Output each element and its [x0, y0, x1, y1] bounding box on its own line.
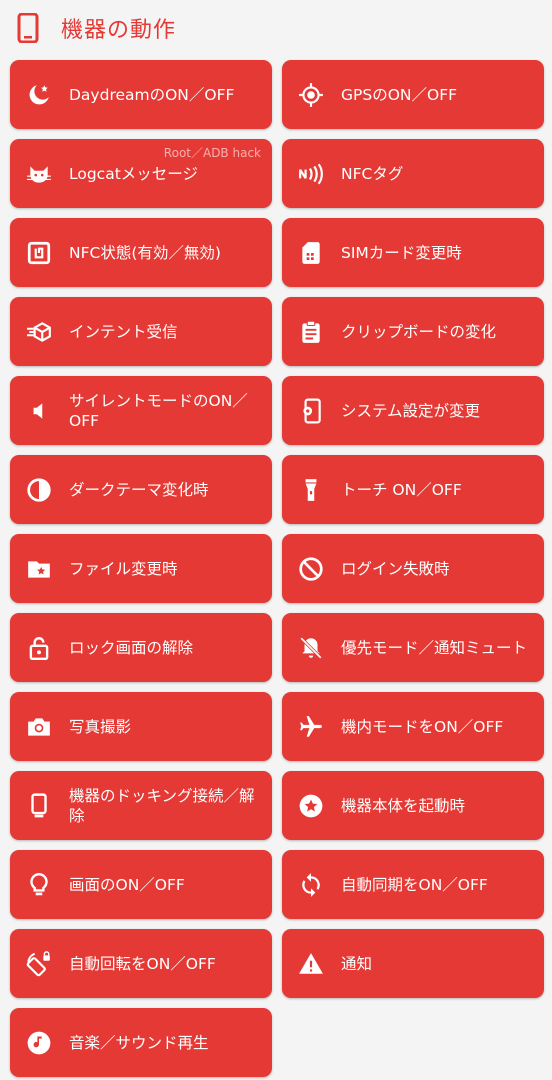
tile-label: 自動回転をON／OFF: [69, 954, 216, 973]
airplane-icon: [297, 713, 325, 741]
tile-auto-rotate[interactable]: 自動回転をON／OFF: [10, 929, 272, 998]
tile-label: NFCタグ: [341, 164, 404, 183]
tile-gps[interactable]: GPSのON／OFF: [282, 60, 544, 129]
nfc-tag-icon: [297, 160, 325, 188]
tile-clipboard[interactable]: クリップボードの変化: [282, 297, 544, 366]
tile-label: 機器のドッキング接続／解除: [69, 786, 255, 825]
tile-label: Logcatメッセージ: [69, 164, 198, 183]
clipboard-icon: [297, 318, 325, 346]
flashlight-icon: [297, 476, 325, 504]
tile-system-settings[interactable]: システム設定が変更: [282, 376, 544, 445]
tile-priority-mode[interactable]: 優先モード／通知ミュート: [282, 613, 544, 682]
tile-label: GPSのON／OFF: [341, 85, 458, 104]
tile-auto-sync[interactable]: 自動同期をON／OFF: [282, 850, 544, 919]
tile-label: 機内モードをON／OFF: [341, 717, 504, 736]
tile-label: ファイル変更時: [69, 559, 178, 578]
daydream-icon: [25, 81, 53, 109]
warning-icon: [297, 950, 325, 978]
tile-label: ロック画面の解除: [69, 638, 194, 657]
tile-unlock[interactable]: ロック画面の解除: [10, 613, 272, 682]
tile-silent-mode[interactable]: サイレントモードのON／OFF: [10, 376, 272, 445]
tile-label: SIMカード変更時: [341, 243, 462, 262]
tile-label: トーチ ON／OFF: [341, 480, 462, 499]
tile-intent[interactable]: インテント受信: [10, 297, 272, 366]
tile-dark-theme[interactable]: ダークテーマ変化時: [10, 455, 272, 524]
page-header: 機器の動作: [0, 0, 552, 56]
tile-photo[interactable]: 写真撮影: [10, 692, 272, 761]
tile-airplane-mode[interactable]: 機内モードをON／OFF: [282, 692, 544, 761]
tile-label: 画面のON／OFF: [69, 875, 185, 894]
bell-off-icon: [297, 634, 325, 662]
tile-label: インテント受信: [69, 322, 178, 341]
tile-label: 通知: [341, 954, 373, 973]
intent-icon: [25, 318, 53, 346]
tile-label: DaydreamのON／OFF: [69, 85, 235, 104]
sim-card-icon: [297, 239, 325, 267]
tile-label: ダークテーマ変化時: [69, 480, 209, 499]
tile-device-boot[interactable]: 機器本体を起動時: [282, 771, 544, 840]
tile-docking[interactable]: 機器のドッキング接続／解除: [10, 771, 272, 840]
tile-notification[interactable]: 通知: [282, 929, 544, 998]
tile-label: システム設定が変更: [341, 401, 481, 420]
rotation-icon: [25, 950, 53, 978]
root-badge: Root／ADB hack: [163, 146, 261, 160]
tile-label: 写真撮影: [69, 717, 132, 736]
camera-icon: [25, 713, 53, 741]
page-title: 機器の動作: [61, 18, 177, 43]
tile-music[interactable]: 音楽／サウンド再生: [10, 1008, 272, 1077]
tile-label: 自動同期をON／OFF: [341, 875, 488, 894]
dock-icon: [25, 792, 53, 820]
tile-label: NFC状態(有効／無効): [69, 243, 221, 262]
tile-logcat[interactable]: Root／ADB hack Logcatメッセージ: [10, 139, 272, 208]
sync-icon: [297, 871, 325, 899]
cat-icon: [25, 160, 53, 188]
tile-label: サイレントモードのON／OFF: [69, 391, 248, 430]
tile-label: 音楽／サウンド再生: [69, 1033, 209, 1052]
trigger-grid: DaydreamのON／OFF GPSのON／OFF Root／ADB hack…: [0, 56, 552, 1077]
tile-torch[interactable]: トーチ ON／OFF: [282, 455, 544, 524]
tile-daydream[interactable]: DaydreamのON／OFF: [10, 60, 272, 129]
star-circle-icon: [297, 792, 325, 820]
speaker-icon: [25, 397, 53, 425]
tile-label: ログイン失敗時: [341, 559, 450, 578]
tile-nfc-tag[interactable]: NFCタグ: [282, 139, 544, 208]
tile-login-failed[interactable]: ログイン失敗時: [282, 534, 544, 603]
settings-phone-icon: [297, 397, 325, 425]
nfc-icon: [25, 239, 53, 267]
folder-star-icon: [25, 555, 53, 583]
tile-label: 機器本体を起動時: [341, 796, 466, 815]
lightbulb-icon: [25, 871, 53, 899]
device-icon: [17, 13, 39, 43]
unlock-icon: [25, 634, 53, 662]
tile-screen[interactable]: 画面のON／OFF: [10, 850, 272, 919]
music-icon: [25, 1029, 53, 1057]
tile-label: 優先モード／通知ミュート: [341, 638, 528, 657]
tile-file-change[interactable]: ファイル変更時: [10, 534, 272, 603]
tile-nfc-state[interactable]: NFC状態(有効／無効): [10, 218, 272, 287]
contrast-icon: [25, 476, 53, 504]
tile-label: クリップボードの変化: [341, 322, 497, 341]
tile-sim-card[interactable]: SIMカード変更時: [282, 218, 544, 287]
gps-icon: [297, 81, 325, 109]
block-icon: [297, 555, 325, 583]
